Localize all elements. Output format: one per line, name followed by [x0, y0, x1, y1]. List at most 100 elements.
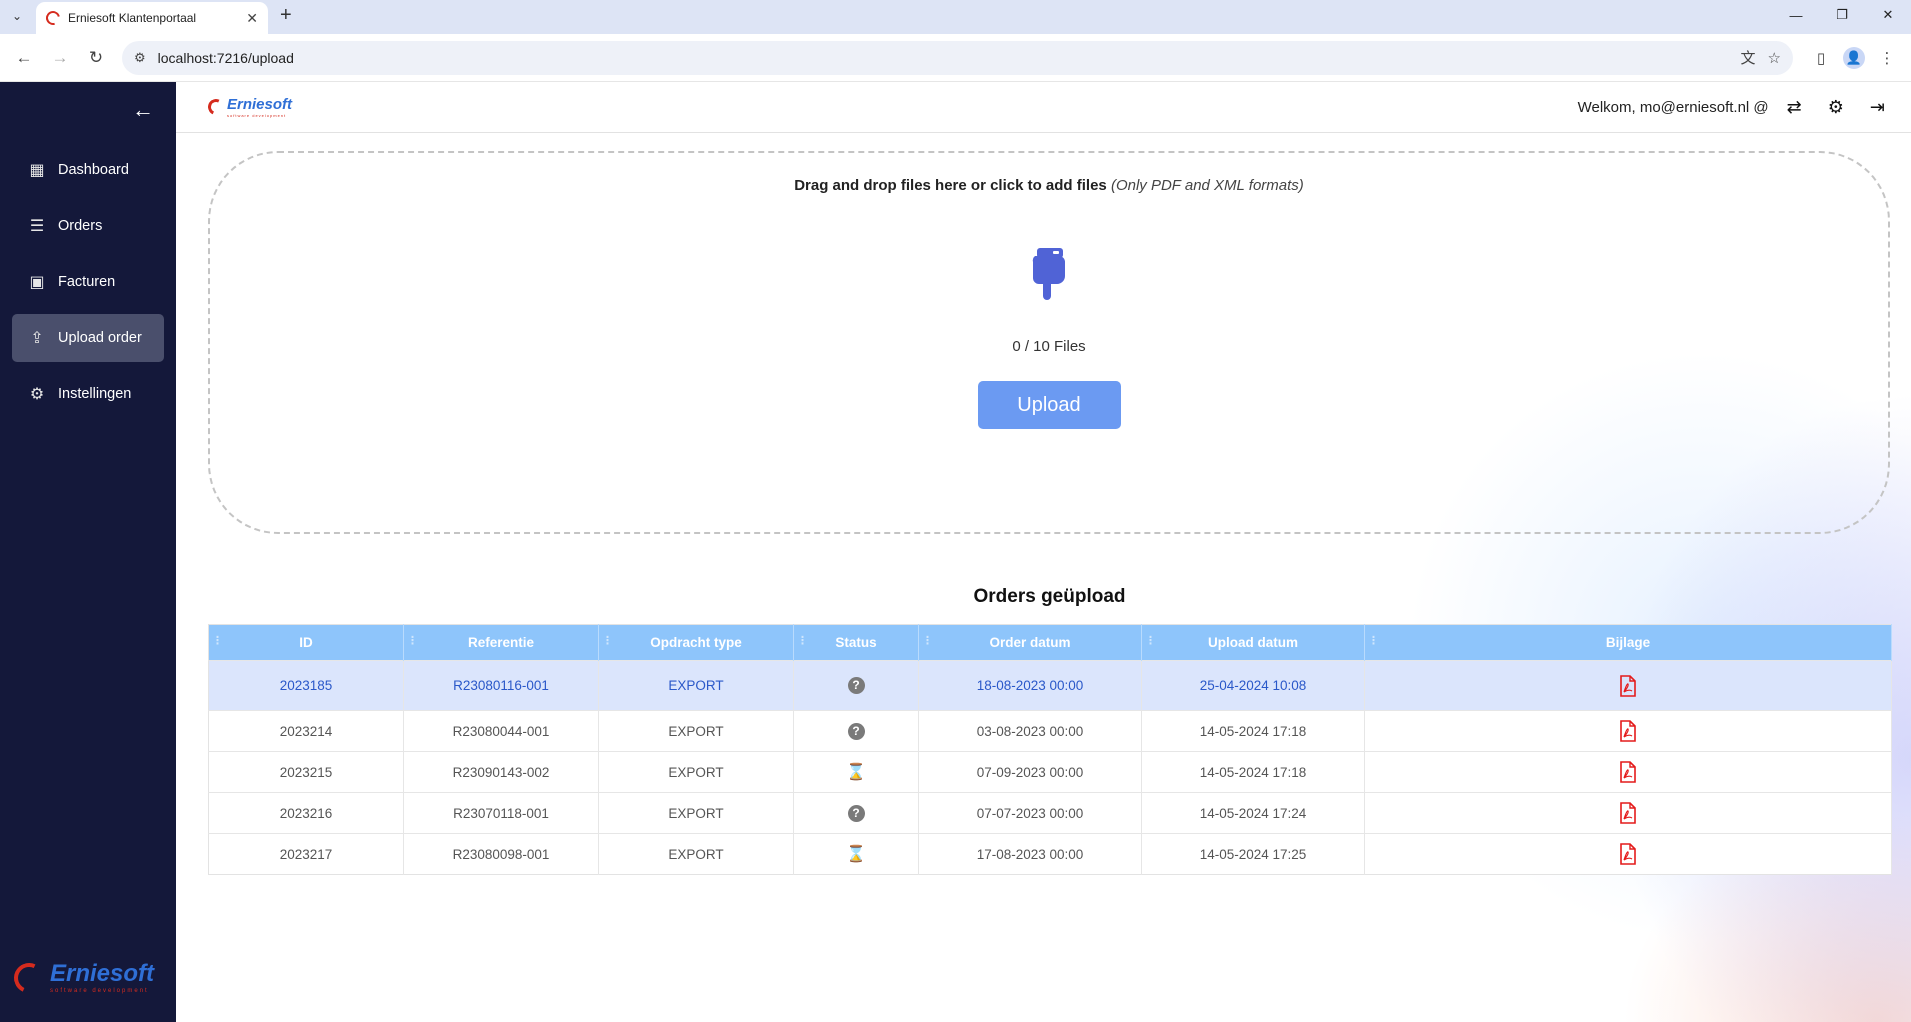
tab-search-chevron-icon[interactable]: ⌄ — [6, 5, 28, 27]
column-header-referentie[interactable]: Referentie — [403, 624, 599, 661]
column-header-order-datum[interactable]: Order datum — [918, 624, 1142, 661]
pdf-file-icon[interactable] — [1620, 761, 1636, 783]
sidebar-header: ← — [0, 82, 176, 138]
dropzone-instruction: Drag and drop files here or click to add… — [794, 177, 1304, 194]
cell-order-datum: 07-09-2023 00:00 — [918, 751, 1142, 793]
hand-pointing-down-icon — [1032, 248, 1065, 300]
sidebar-item-label: Facturen — [58, 274, 116, 290]
table-row[interactable]: 2023217 R23080098-001 EXPORT ⌛ 17-08-202… — [208, 833, 1892, 875]
cell-bijlage — [1364, 792, 1892, 834]
file-dropzone[interactable]: Drag and drop files here or click to add… — [208, 151, 1890, 534]
cell-status: ? — [793, 710, 919, 752]
sidebar-item-dashboard[interactable]: ▦ Dashboard — [12, 146, 164, 194]
address-bar[interactable]: ⚙ localhost:7216/upload 文 ☆ — [122, 40, 1793, 75]
cell-upload-datum: 14-05-2024 17:18 — [1141, 751, 1365, 793]
column-header-bijlage[interactable]: Bijlage — [1364, 624, 1892, 661]
invoice-icon: ▣ — [29, 274, 45, 291]
dropzone-format-hint: (Only PDF and XML formats) — [1110, 177, 1304, 194]
tab-close-icon[interactable]: ✕ — [246, 10, 258, 27]
maximize-button[interactable]: ❐ — [1819, 0, 1865, 30]
list-icon: ☰ — [29, 218, 45, 235]
table-row[interactable]: 2023185 R23080116-001 EXPORT ? 18-08-202… — [208, 660, 1892, 711]
logo-tagline: software development — [50, 988, 149, 994]
bookmark-star-icon[interactable]: ☆ — [1768, 49, 1781, 67]
cell-upload-datum: 25-04-2024 10:08 — [1141, 660, 1365, 711]
profile-icon[interactable]: 👤 — [1843, 46, 1865, 69]
column-header-opdracht-type[interactable]: Opdracht type — [598, 624, 794, 661]
pdf-file-icon[interactable] — [1620, 674, 1636, 697]
cell-opdracht-type: EXPORT — [598, 792, 794, 834]
column-header-status[interactable]: Status — [793, 624, 919, 661]
pdf-file-icon[interactable] — [1620, 720, 1636, 742]
sidebar-item-facturen[interactable]: ▣ Facturen — [12, 258, 164, 306]
sidebar-item-label: Upload order — [58, 330, 142, 346]
sidebar-item-instellingen[interactable]: ⚙ Instellingen — [12, 370, 164, 418]
upload-button[interactable]: Upload — [977, 381, 1121, 429]
sidebar-item-label: Orders — [58, 218, 103, 234]
back-icon[interactable]: ← — [8, 42, 40, 74]
cell-upload-datum: 14-05-2024 17:24 — [1141, 792, 1365, 834]
column-header-id[interactable]: ID — [208, 624, 404, 661]
settings-gear-icon[interactable]: ⚙ — [1828, 97, 1844, 118]
cell-id: 2023217 — [208, 833, 404, 875]
url-text[interactable]: localhost:7216/upload — [158, 50, 1729, 66]
cell-id: 2023216 — [208, 792, 404, 834]
cell-opdracht-type: EXPORT — [598, 751, 794, 793]
sidebar-item-label: Instellingen — [58, 386, 132, 402]
cell-status: ⌛ — [793, 833, 919, 875]
sidebar-item-label: Dashboard — [58, 162, 129, 178]
browser-menu-icon[interactable]: ⋮ — [1871, 42, 1903, 74]
close-window-button[interactable]: ✕ — [1865, 0, 1911, 30]
logo-swoosh-icon — [205, 96, 227, 118]
new-tab-button[interactable]: + — [280, 4, 292, 26]
table-row[interactable]: 2023215 R23090143-002 EXPORT ⌛ 07-09-202… — [208, 751, 1892, 793]
cell-opdracht-type: EXPORT — [598, 833, 794, 875]
page-content: Drag and drop files here or click to add… — [176, 133, 1911, 875]
cell-upload-datum: 14-05-2024 17:25 — [1141, 833, 1365, 875]
sidebar-item-upload-order[interactable]: ⇪ Upload order — [12, 314, 164, 362]
cell-bijlage — [1364, 751, 1892, 793]
cell-referentie: R23090143-002 — [403, 751, 599, 793]
cell-referentie: R23080044-001 — [403, 710, 599, 752]
logo-wordmark: Erniesoft — [50, 960, 155, 987]
window-controls: — ❐ ✕ — [1773, 0, 1911, 30]
translate-icon[interactable]: 文 — [1741, 47, 1756, 68]
sidebar-item-orders[interactable]: ☰ Orders — [12, 202, 164, 250]
cell-status: ? — [793, 660, 919, 711]
table-row[interactable]: 2023214 R23080044-001 EXPORT ? 03-08-202… — [208, 710, 1892, 752]
reload-icon[interactable]: ↻ — [80, 42, 112, 74]
sidebar-nav: ▦ Dashboard ☰ Orders ▣ Facturen ⇪ Upload… — [0, 146, 176, 418]
question-circle-icon: ? — [847, 722, 865, 740]
sidebar-logo: Erniesoft software development — [9, 958, 155, 998]
cell-status: ⌛ — [793, 751, 919, 793]
pdf-file-icon[interactable] — [1620, 802, 1636, 824]
question-circle-icon: ? — [847, 804, 865, 822]
side-panel-icon[interactable]: ▯ — [1805, 42, 1837, 74]
forward-icon[interactable]: → — [44, 42, 76, 74]
browser-tab-active[interactable]: Erniesoft Klantenportaal ✕ — [36, 2, 268, 34]
minimize-button[interactable]: — — [1773, 0, 1819, 30]
collapse-sidebar-icon[interactable]: ← — [132, 97, 154, 123]
favicon-icon — [43, 8, 63, 28]
header-logo[interactable]: Erniesoft software development — [205, 95, 293, 118]
cell-bijlage — [1364, 833, 1892, 875]
table-row[interactable]: 2023216 R23070118-001 EXPORT ? 07-07-202… — [208, 792, 1892, 834]
browser-toolbar: ← → ↻ ⚙ localhost:7216/upload 文 ☆ ▯ 👤 ⋮ — [0, 34, 1911, 82]
hourglass-icon: ⌛ — [846, 764, 866, 781]
logo-wordmark: Erniesoft — [227, 95, 293, 113]
cell-id: 2023215 — [208, 751, 404, 793]
cell-bijlage — [1364, 710, 1892, 752]
cell-bijlage — [1364, 660, 1892, 711]
logout-icon[interactable]: ⇥ — [1870, 97, 1885, 118]
switch-account-icon[interactable]: ⇄ — [1787, 97, 1802, 118]
dashboard-icon: ▦ — [29, 162, 45, 179]
pdf-file-icon[interactable] — [1620, 843, 1636, 865]
site-info-icon[interactable]: ⚙ — [134, 50, 146, 66]
cell-opdracht-type: EXPORT — [598, 660, 794, 711]
column-header-upload-datum[interactable]: Upload datum — [1141, 624, 1365, 661]
cell-order-datum: 18-08-2023 00:00 — [918, 660, 1142, 711]
orders-section-title: Orders geüpload — [973, 586, 1126, 607]
tab-title: Erniesoft Klantenportaal — [68, 11, 197, 25]
app-header: Erniesoft software development Welkom, m… — [176, 82, 1911, 133]
file-count: 0 / 10 Files — [1012, 338, 1086, 355]
